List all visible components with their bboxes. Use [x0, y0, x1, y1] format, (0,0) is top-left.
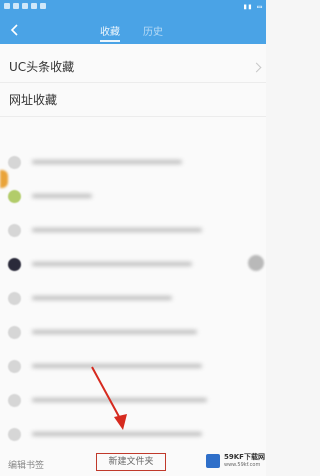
list-item[interactable]	[0, 182, 266, 212]
uc-headlines-favorites[interactable]: UC头条收藏	[9, 58, 74, 75]
status-indicators: ▮▮ ▭	[242, 2, 262, 11]
list-item[interactable]	[0, 284, 266, 314]
status-bar: ▮▮ ▭	[0, 0, 266, 17]
list-item[interactable]	[0, 148, 266, 178]
watermark-url: www.59kf.com	[224, 462, 261, 468]
scroll-handle[interactable]	[248, 255, 264, 271]
chevron-right-icon	[251, 62, 262, 73]
list-item[interactable]	[0, 250, 266, 280]
new-folder-button[interactable]: 新建文件夹	[96, 453, 166, 471]
back-icon[interactable]	[9, 24, 21, 36]
edit-bookmarks-button[interactable]: 编辑书签	[8, 458, 44, 471]
tab-history[interactable]: 历史	[143, 23, 163, 38]
side-badge	[0, 170, 8, 188]
list-item[interactable]	[0, 386, 266, 416]
site-watermark: 59KF下载网 www.59kf.com	[204, 451, 265, 471]
watermark-logo	[206, 454, 220, 468]
url-favorites[interactable]: 网址收藏	[9, 91, 57, 108]
status-icons	[4, 3, 46, 9]
list-item[interactable]	[0, 216, 266, 246]
list-item[interactable]	[0, 352, 266, 382]
watermark-title: 59KF下载网	[224, 453, 265, 461]
tab-favorites[interactable]: 收藏	[100, 23, 120, 42]
list-item[interactable]	[0, 318, 266, 348]
favorites-list: UC头条收藏 网址收藏	[0, 44, 266, 476]
top-nav-bar: 收藏 历史	[0, 17, 266, 44]
